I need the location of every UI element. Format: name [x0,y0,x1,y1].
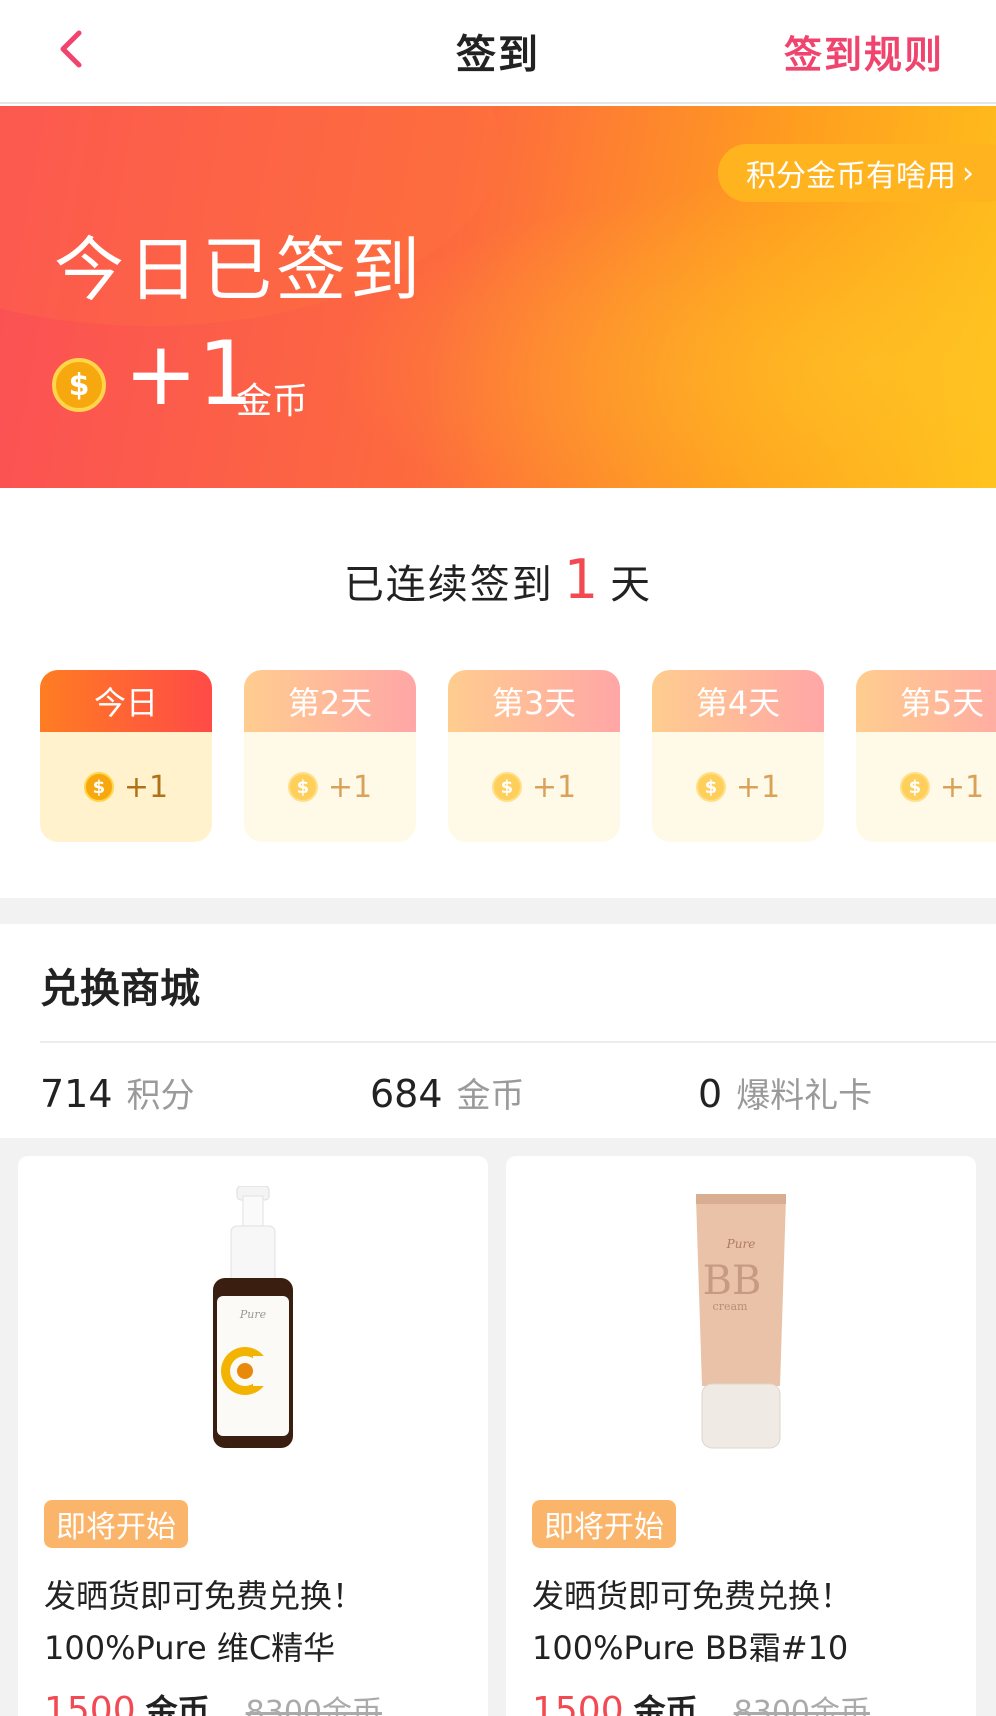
day-label: 第4天 [652,670,824,732]
stat-label: 积分 [126,1076,195,1116]
product-card[interactable]: Pure 即将开始 发晒货即可免费兑换！100%Pure 维C精华 1500 金… [18,1156,488,1716]
bb-cream-tube-icon: Pure BB cream [696,1194,786,1449]
price-unit: 金币 [633,1692,698,1716]
stat-gift-cards[interactable]: 0 爆料礼卡 [698,1068,872,1117]
product-title: 发晒货即可免费兑换！100%Pure BB霜#10 [532,1577,853,1667]
status-badge: 即将开始 [44,1500,188,1548]
day-reward: $ +1 [244,732,416,842]
day-card: 今日 $ +1 [40,670,212,842]
price-unit: 金币 [145,1692,210,1716]
serum-bottle-icon: Pure [213,1186,293,1448]
mall-title: 兑换商城 [40,966,200,1012]
chevron-right-icon: › [962,155,974,191]
day-card: 第2天 $ +1 [244,670,416,842]
day-card: 第5天 $ +1 [856,670,996,842]
coin-icon: $ [287,772,318,802]
coin-icon: $ [899,772,930,802]
day-reward-value: +1 [735,769,781,805]
svg-text:Pure: Pure [239,1308,267,1321]
stat-label: 爆料礼卡 [736,1076,873,1116]
checkin-banner: 积分金币有啥用 › 今日已签到 $ +1 金币 [0,106,996,488]
product-image: Pure [18,1156,488,1486]
checkin-status-title: 今日已签到 [54,229,424,311]
divider [40,1041,996,1043]
day-reward: $ +1 [40,732,212,842]
stat-value: 684 [370,1072,443,1116]
day-reward-value: +1 [123,769,169,805]
streak-count: 1 [563,548,601,611]
price-value: 1500 [532,1690,624,1716]
stat-coins[interactable]: 684 金币 [370,1068,525,1117]
coin-icon: $ [491,772,522,802]
day-label: 第5天 [856,670,996,732]
original-price: 8300金币 [733,1695,870,1716]
original-price: 8300金币 [245,1695,382,1716]
day-label: 今日 [40,670,212,732]
nav-bar: 签到 签到规则 [0,0,996,104]
day-reward-value: +1 [327,769,373,805]
day-reward: $ +1 [448,732,620,842]
section-divider [0,898,996,924]
status-badge: 即将开始 [532,1500,676,1548]
product-price: 1500 金币 8300金币 [532,1686,870,1716]
stat-points[interactable]: 714 积分 [40,1068,195,1117]
product-title: 发晒货即可免费兑换！100%Pure 维C精华 [44,1577,365,1667]
day-reward-value: +1 [531,769,577,805]
day-card: 第3天 $ +1 [448,670,620,842]
points-info-button[interactable]: 积分金币有啥用 › [718,144,996,202]
coin-icon: $ [695,772,726,802]
coin-icon: $ [83,772,114,802]
stat-label: 金币 [456,1076,525,1116]
points-info-label: 积分金币有啥用 [746,159,956,194]
svg-text:Pure: Pure [726,1237,756,1251]
day-label: 第2天 [244,670,416,732]
price-value: 1500 [44,1690,136,1716]
product-card[interactable]: Pure BB cream 即将开始 发晒货即可免费兑换！100%Pure BB… [506,1156,976,1716]
reward-amount: +1 [124,322,254,425]
streak-prefix: 已连续签到 [343,562,554,608]
stat-value: 0 [698,1072,723,1116]
day-reward-value: +1 [939,769,985,805]
day-reward: $ +1 [652,732,824,842]
product-price: 1500 金币 8300金币 [44,1686,382,1716]
checkin-rules-link[interactable]: 签到规则 [784,24,944,79]
streak-text: 已连续签到 1 天 [0,548,996,611]
svg-text:BB: BB [703,1258,762,1304]
product-image: Pure BB cream [506,1156,976,1486]
reward-unit: 金币 [236,381,309,422]
streak-suffix: 天 [610,562,653,608]
stat-value: 714 [40,1072,113,1116]
svg-text:cream: cream [713,1300,748,1313]
coin-icon: $ [52,358,106,412]
day-reward: $ +1 [856,732,996,842]
day-card: 第4天 $ +1 [652,670,824,842]
day-label: 第3天 [448,670,620,732]
